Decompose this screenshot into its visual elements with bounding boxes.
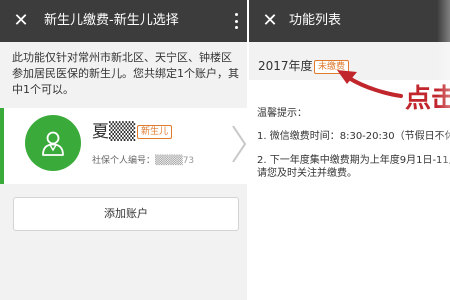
header-bar: ✕ 新生儿缴费-新生儿选择	[0, 0, 247, 42]
tip-item: 1. 微信缴费时间：8:30-20:30（节假日不休息）	[257, 131, 450, 142]
account-name: 夏▒▒	[92, 122, 136, 142]
page-title: 新生儿缴费-新生儿选择	[44, 13, 179, 28]
id-label: 社保个人编号：	[92, 156, 156, 166]
tip-item-continued: 请您及时关注并缴费。	[257, 168, 357, 179]
close-icon[interactable]: ✕	[10, 10, 32, 32]
right-screen: ✕ 功能列表 2017年度 未缴费 温馨提示： 1. 微信缴费时间：8:30-2…	[249, 0, 450, 300]
close-icon[interactable]: ✕	[259, 10, 281, 32]
notice-text: 此功能仅针对常州市新北区、天宁区、钟楼区参加居民医保的新生儿。您共绑定1个账户，…	[12, 51, 239, 96]
tip-item: 2. 下一年度集中缴费期为上年度9月1日-11月2	[257, 155, 450, 166]
year-label: 2017年度	[258, 59, 313, 73]
left-screen: ✕ 新生儿缴费-新生儿选择 此功能仅针对常州市新北区、天宁区、钟楼区参加居民医保…	[0, 0, 247, 300]
person-icon	[42, 131, 64, 156]
avatar	[25, 115, 81, 171]
more-vertical-icon[interactable]	[229, 11, 243, 31]
account-card[interactable]: 夏▒▒ 新生儿 社保个人编号：▒▒▒▒73	[0, 108, 247, 184]
social-security-id: 社保个人编号：▒▒▒▒73	[92, 155, 194, 167]
header-bar: ✕ 功能列表	[249, 0, 450, 42]
add-account-button[interactable]: 添加账户	[13, 197, 239, 231]
annotation-arrow-icon	[337, 70, 403, 98]
id-value: ▒▒▒▒73	[155, 156, 195, 166]
chevron-right-icon[interactable]	[230, 124, 247, 164]
edge-shade	[437, 0, 450, 300]
newborn-badge: 新生儿	[137, 125, 173, 139]
page-title: 功能列表	[289, 13, 342, 28]
tips-content: 温馨提示： 1. 微信缴费时间：8:30-20:30（节假日不休息） 2. 下一…	[257, 107, 450, 191]
